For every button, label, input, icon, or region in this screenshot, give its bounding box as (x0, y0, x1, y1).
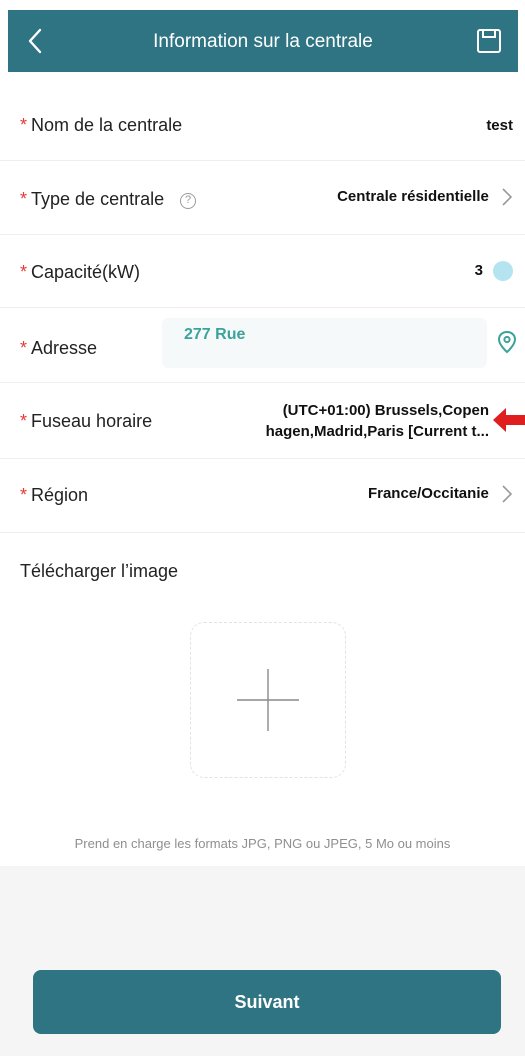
field-row-address[interactable]: * Adresse 277 Rue (0, 308, 525, 383)
location-pin-icon[interactable] (497, 330, 517, 354)
chevron-right-icon (502, 485, 513, 503)
region-value-text: France/Occitanie (367, 484, 489, 502)
red-pointer-arrow-icon (493, 408, 525, 432)
required-mark: * (20, 189, 28, 209)
timezone-value-line1: (UTC+01:00) Brussels,Copen (282, 402, 489, 419)
next-button[interactable]: Suivant (33, 970, 501, 1034)
name-label-text: Nom de la centrale (31, 115, 183, 135)
region-value[interactable]: France/Occitanie (368, 484, 513, 504)
type-label-text: Type de centrale (31, 189, 165, 209)
timezone-value[interactable]: (UTC+01:00) Brussels,Copen hagen,Madrid,… (266, 400, 489, 442)
field-label-timezone: * Fuseau horaire (20, 411, 152, 432)
header-bar: Information sur la centrale (8, 10, 518, 72)
plus-icon (237, 669, 299, 731)
field-row-timezone[interactable]: * Fuseau horaire (UTC+01:00) Brussels,Cop… (0, 383, 525, 459)
capacity-value-text: 3 (474, 261, 483, 279)
upload-image-box[interactable] (190, 622, 346, 778)
field-label-region: * Région (20, 485, 88, 506)
clear-icon[interactable] (493, 261, 513, 281)
page-title: Information sur la centrale (153, 31, 373, 52)
capacity-value[interactable]: 3 (475, 261, 513, 281)
field-row-region[interactable]: * Région France/Occitanie (0, 459, 525, 533)
timezone-label-text: Fuseau horaire (31, 411, 153, 431)
capacity-label-text: Capacité(kW) (31, 262, 141, 282)
field-label-capacity: * Capacité(kW) (20, 262, 140, 283)
required-mark: * (20, 338, 28, 358)
field-label-name: * Nom de la centrale (20, 115, 182, 136)
name-value[interactable]: test (486, 117, 513, 134)
field-label-address: * Adresse (20, 338, 97, 359)
field-row-capacity[interactable]: * Capacité(kW) 3 (0, 235, 525, 308)
address-label-text: Adresse (31, 338, 98, 358)
required-mark: * (20, 115, 28, 135)
timezone-value-line2: hagen,Madrid,Paris [Current t... (265, 423, 489, 440)
required-mark: * (20, 262, 28, 282)
type-value-text: Centrale résidentielle (337, 187, 489, 205)
address-value[interactable]: 277 Rue (184, 326, 245, 344)
required-mark: * (20, 485, 28, 505)
chevron-right-icon (502, 188, 513, 206)
required-mark: * (20, 411, 28, 431)
formats-hint: Prend en charge les formats JPG, PNG ou … (74, 836, 451, 851)
type-value[interactable]: Centrale résidentielle (337, 187, 513, 207)
help-icon[interactable]: ? (180, 193, 197, 209)
field-row-type[interactable]: * Type de centrale? Centrale résidentiell… (0, 161, 525, 235)
field-row-name[interactable]: * Nom de la centrale test (0, 88, 525, 161)
upload-title: Télécharger l’image (20, 561, 179, 581)
save-icon[interactable] (474, 26, 504, 56)
region-label-text: Région (31, 485, 89, 505)
field-label-type: * Type de centrale? (20, 189, 197, 210)
